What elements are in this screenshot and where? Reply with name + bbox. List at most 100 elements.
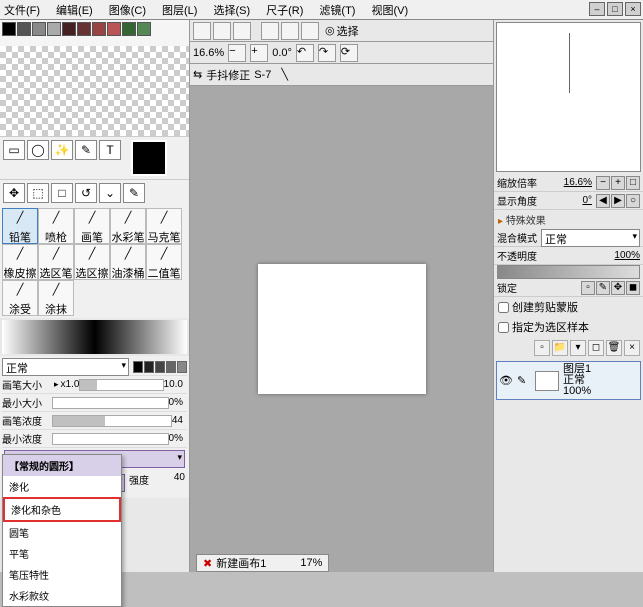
close-panel-button[interactable]: × — [624, 340, 640, 356]
reset-view-button[interactable]: ⟳ — [340, 44, 358, 62]
brush-tool-选区笔[interactable]: ╱选区笔 — [38, 244, 74, 280]
eyedropper-tool[interactable]: ✎ — [75, 140, 97, 160]
selection-source-checkbox[interactable] — [498, 322, 509, 333]
brush-tool-油漆桶[interactable]: ╱油漆桶 — [110, 244, 146, 280]
delete-layer-button[interactable]: 🗑 — [606, 340, 622, 356]
popup-item[interactable]: 平笔 — [3, 543, 121, 564]
brush-tool-画笔[interactable]: ╱画笔 — [74, 208, 110, 244]
move-tool[interactable]: ✥ — [3, 183, 25, 203]
brush-tool-二值笔[interactable]: ╱二值笔 — [146, 244, 182, 280]
merge-button[interactable]: ▾ — [570, 340, 586, 356]
layer-blend-dropdown[interactable]: 正常 — [541, 229, 640, 247]
toolbar-button[interactable] — [301, 22, 319, 40]
toolbar-button[interactable] — [213, 22, 231, 40]
toolbar-button[interactable] — [193, 22, 211, 40]
new-folder-button[interactable]: 📁 — [552, 340, 568, 356]
document-tab[interactable]: ✖ 新建画布1 17% — [196, 554, 329, 572]
edit-icon[interactable]: ✎ — [517, 374, 531, 387]
rotate-reset-button[interactable]: ○ — [626, 194, 640, 208]
toolbar-button[interactable] — [233, 22, 251, 40]
rect-select-tool[interactable]: ▭ — [3, 140, 25, 160]
swatch[interactable] — [122, 22, 136, 36]
layer-item[interactable]: 👁 ✎ 图层1 正常 100% — [496, 361, 641, 400]
zoom-out-button[interactable]: − — [228, 44, 246, 62]
brush-edge-selector[interactable] — [133, 361, 187, 373]
shape-tool[interactable]: □ — [51, 183, 73, 203]
rotate-right-button[interactable]: ▶ — [611, 194, 625, 208]
brush-tool-涂抹[interactable]: ╱涂抹 — [38, 280, 74, 316]
zoom-in-button[interactable]: + — [611, 176, 625, 190]
prop-slider[interactable] — [52, 415, 172, 427]
rotation-dropdown[interactable]: 0.0° — [272, 47, 292, 59]
pen-tool[interactable]: ✎ — [123, 183, 145, 203]
scratchpad[interactable] — [0, 46, 189, 136]
swatch[interactable] — [47, 22, 61, 36]
maximize-button[interactable]: □ — [607, 2, 623, 16]
prop-slider[interactable] — [52, 397, 169, 409]
swatch[interactable] — [17, 22, 31, 36]
stabilizer-dropdown[interactable]: S-7 — [254, 69, 271, 81]
popup-item[interactable]: 渗化 — [3, 476, 121, 497]
effects-section[interactable]: 特殊效果 — [494, 210, 643, 229]
prop-slider[interactable] — [79, 379, 163, 391]
popup-header[interactable]: 【常规的圆形】 — [3, 455, 121, 476]
minimize-button[interactable]: – — [589, 2, 605, 16]
zoom-dropdown[interactable]: 16.6% — [193, 47, 224, 59]
swatch[interactable] — [62, 22, 76, 36]
wand-tool[interactable]: ✨ — [51, 140, 73, 160]
navigator-panel[interactable] — [496, 22, 641, 172]
lock-move-button[interactable]: ✥ — [611, 281, 625, 295]
visibility-icon[interactable]: 👁 — [499, 374, 513, 387]
zoom-fit-button[interactable]: □ — [626, 176, 640, 190]
popup-item[interactable]: 笔压特性 — [3, 564, 121, 585]
menu-image[interactable]: 图像(C) — [109, 2, 146, 18]
brush-tool-铅笔[interactable]: ╱铅笔 — [2, 208, 38, 244]
brush-tool-涂受[interactable]: ╱涂受 — [2, 280, 38, 316]
popup-item[interactable]: 圆笔 — [3, 522, 121, 543]
brush-tool-喷枪[interactable]: ╱喷枪 — [38, 208, 74, 244]
toolbar-button[interactable] — [261, 22, 279, 40]
brush-tool-橡皮擦[interactable]: ╱橡皮擦 — [2, 244, 38, 280]
close-button[interactable]: × — [625, 2, 641, 16]
menu-edit[interactable]: 编辑(E) — [56, 2, 93, 18]
zoom-in-button[interactable]: + — [250, 44, 268, 62]
menu-filter[interactable]: 滤镜(T) — [319, 2, 355, 18]
prop-slider[interactable] — [52, 433, 169, 445]
rotate-cw-button[interactable]: ↷ — [318, 44, 336, 62]
rotate-tool[interactable]: ↺ — [75, 183, 97, 203]
opacity-slider[interactable] — [497, 265, 640, 279]
rotate-ccw-button[interactable]: ↶ — [296, 44, 314, 62]
swatch[interactable] — [32, 22, 46, 36]
zoom-out-button[interactable]: − — [596, 176, 610, 190]
close-icon[interactable]: ✖ — [203, 557, 212, 570]
lock-paint-button[interactable]: ✎ — [596, 281, 610, 295]
popup-item[interactable]: 水彩款纹 — [3, 585, 121, 606]
menu-layer[interactable]: 图层(L) — [162, 2, 197, 18]
canvas[interactable] — [258, 264, 426, 394]
menu-file[interactable]: 文件(F) — [4, 2, 40, 18]
crop-tool[interactable]: ⬚ — [27, 183, 49, 203]
lock-all-button[interactable]: ◼ — [626, 281, 640, 295]
lasso-tool[interactable]: ◯ — [27, 140, 49, 160]
clear-button[interactable]: ◻ — [588, 340, 604, 356]
lock-alpha-button[interactable]: ▫ — [581, 281, 595, 295]
swatch[interactable] — [92, 22, 106, 36]
hand-tool[interactable]: ⌄ — [99, 183, 121, 203]
brush-tool-水彩笔[interactable]: ╱水彩笔 — [110, 208, 146, 244]
swatch[interactable] — [137, 22, 151, 36]
menu-ruler[interactable]: 尺子(R) — [266, 2, 303, 18]
brush-tool-马克笔[interactable]: ╱马克笔 — [146, 208, 182, 244]
clipping-mask-checkbox[interactable] — [498, 302, 509, 313]
swatch[interactable] — [107, 22, 121, 36]
menu-view[interactable]: 视图(V) — [371, 2, 408, 18]
text-tool[interactable]: T — [99, 140, 121, 160]
menu-select[interactable]: 选择(S) — [213, 2, 250, 18]
blend-mode-dropdown[interactable]: 正常 — [2, 358, 129, 376]
popup-item[interactable]: 渗化和杂色 — [3, 497, 121, 522]
swatch[interactable] — [77, 22, 91, 36]
rotate-left-button[interactable]: ◀ — [596, 194, 610, 208]
new-layer-button[interactable]: ▫ — [534, 340, 550, 356]
toolbar-button[interactable] — [281, 22, 299, 40]
foreground-color[interactable] — [131, 140, 167, 176]
swatch[interactable] — [2, 22, 16, 36]
